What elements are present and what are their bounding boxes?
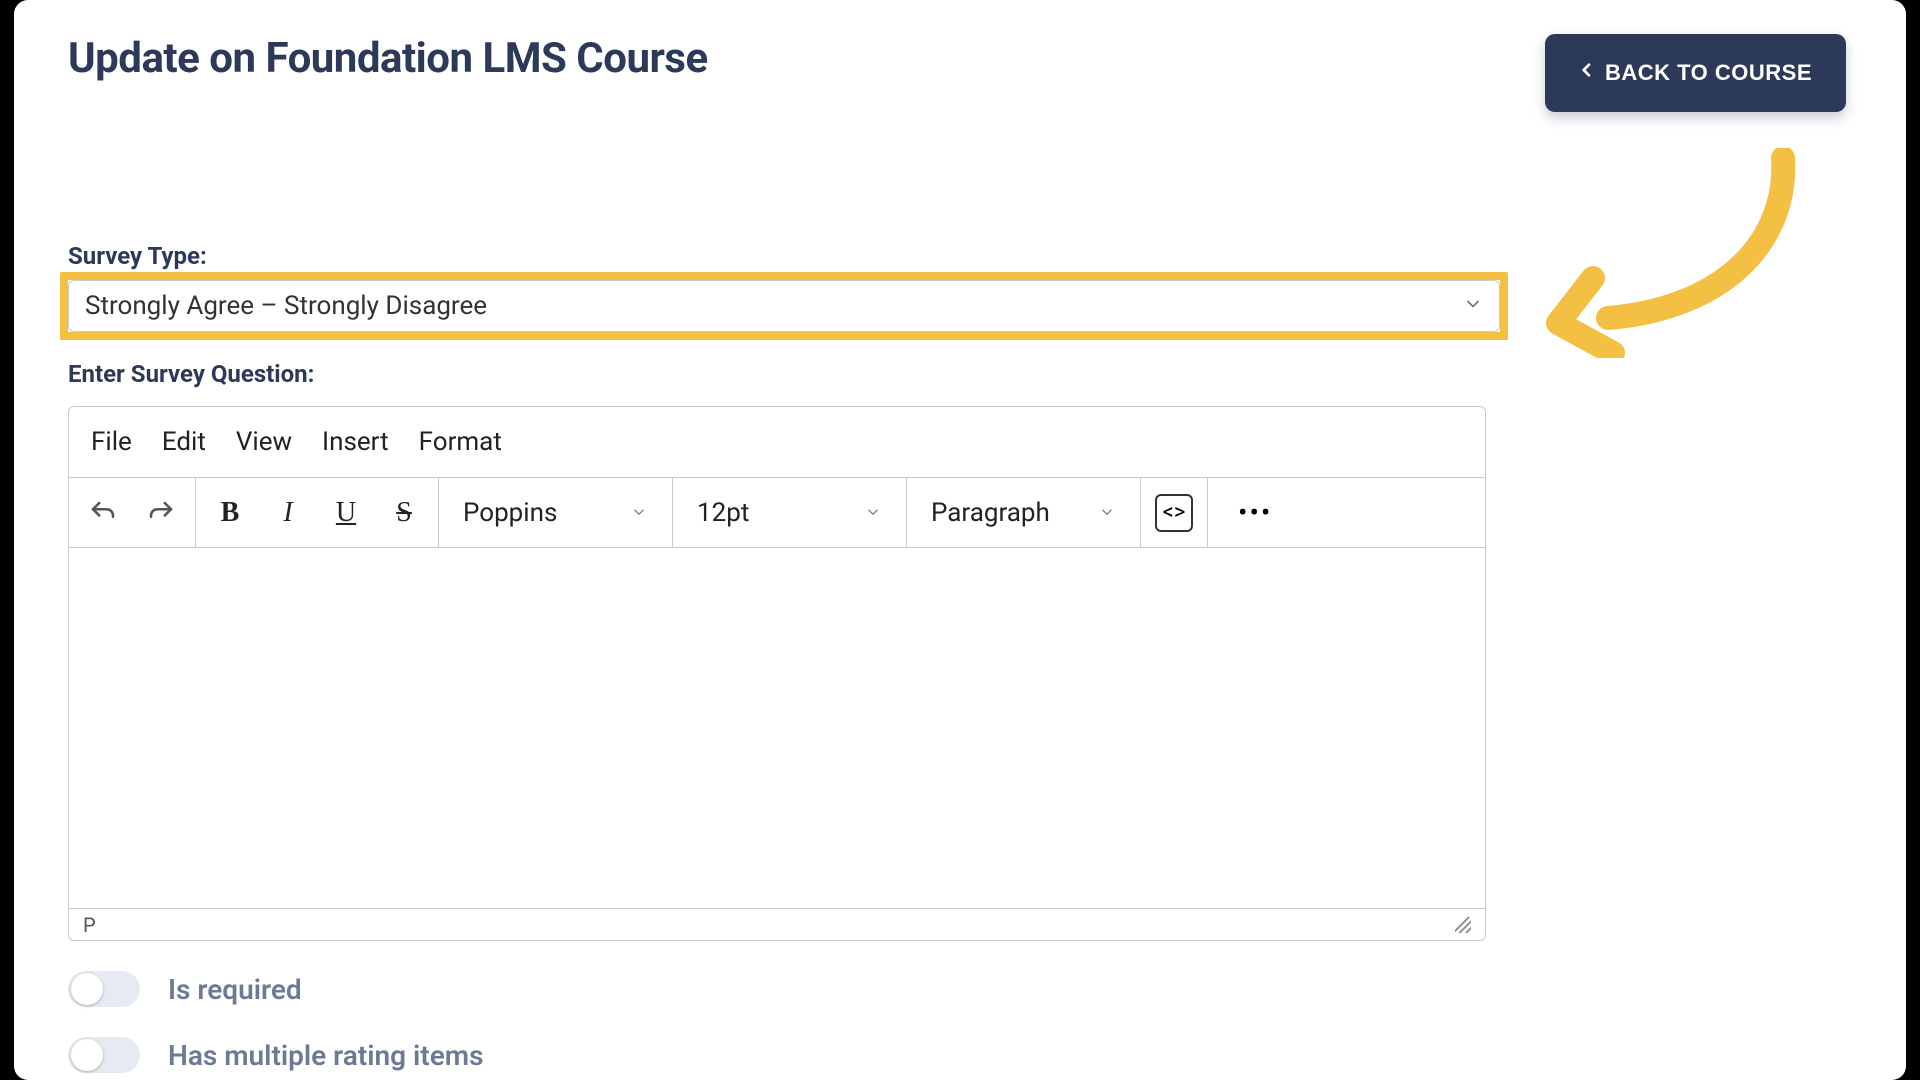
multi-items-label: Has multiple rating items [168, 1039, 483, 1072]
font-size-value: 12pt [697, 498, 749, 528]
page-container: Update on Foundation LMS Course BACK TO … [14, 0, 1906, 1080]
multi-items-row: Has multiple rating items [68, 1037, 1852, 1073]
page-title: Update on Foundation LMS Course [68, 34, 708, 83]
toolbar-history-group [69, 478, 196, 547]
page-header: Update on Foundation LMS Course BACK TO … [14, 0, 1906, 112]
survey-type-value: Strongly Agree – Strongly Disagree [85, 291, 487, 321]
back-to-course-label: BACK TO COURSE [1605, 60, 1812, 86]
source-code-button[interactable]: <> [1155, 494, 1193, 532]
menu-edit[interactable]: Edit [162, 427, 206, 457]
toolbar-code-group: <> [1141, 478, 1208, 547]
menu-format[interactable]: Format [419, 427, 502, 457]
toolbar-format-group: B I U S [196, 478, 439, 547]
toolbar-font-family-group: Poppins [439, 478, 673, 547]
more-options-button[interactable]: ••• [1222, 496, 1288, 529]
chevron-down-icon [1098, 498, 1116, 528]
survey-type-label: Survey Type: [68, 242, 1852, 270]
chevron-down-icon [630, 498, 648, 528]
editor-toolbar: B I U S Poppins 12pt [69, 478, 1485, 548]
font-family-value: Poppins [463, 498, 557, 528]
survey-question-label: Enter Survey Question: [68, 360, 1852, 388]
block-format-value: Paragraph [931, 498, 1050, 528]
toolbar-block-format-group: Paragraph [907, 478, 1141, 547]
editor-statusbar: P [69, 908, 1485, 940]
editor-menubar: File Edit View Insert Format [69, 407, 1485, 478]
underline-button[interactable]: U [326, 493, 366, 533]
editor-element-path: P [83, 913, 96, 937]
italic-button[interactable]: I [268, 493, 308, 533]
form-area: Survey Type: Strongly Agree – Strongly D… [14, 112, 1906, 1073]
survey-type-select[interactable]: Strongly Agree – Strongly Disagree [68, 280, 1500, 332]
ellipsis-icon: ••• [1238, 496, 1272, 529]
editor-content-area[interactable] [69, 548, 1485, 908]
menu-view[interactable]: View [236, 427, 292, 457]
rich-text-editor: File Edit View Insert Format B I [68, 406, 1486, 941]
code-icon: <> [1163, 500, 1186, 525]
bold-button[interactable]: B [210, 493, 250, 533]
toolbar-font-size-group: 12pt [673, 478, 907, 547]
resize-handle[interactable] [1455, 917, 1471, 933]
font-size-select[interactable]: 12pt [687, 498, 892, 528]
undo-button[interactable] [83, 493, 123, 533]
chevron-left-icon [1579, 58, 1595, 88]
menu-file[interactable]: File [91, 427, 132, 457]
multi-items-toggle[interactable] [68, 1037, 140, 1073]
redo-button[interactable] [141, 493, 181, 533]
chevron-down-icon [864, 498, 882, 528]
font-family-select[interactable]: Poppins [453, 498, 658, 528]
block-format-select[interactable]: Paragraph [921, 498, 1126, 528]
strikethrough-button[interactable]: S [384, 493, 424, 533]
back-to-course-button[interactable]: BACK TO COURSE [1545, 34, 1846, 112]
toolbar-overflow-group: ••• [1208, 478, 1302, 547]
menu-insert[interactable]: Insert [322, 427, 389, 457]
is-required-toggle[interactable] [68, 971, 140, 1007]
is-required-row: Is required [68, 971, 1852, 1007]
is-required-label: Is required [168, 973, 302, 1006]
chevron-down-icon [1463, 291, 1483, 321]
survey-type-select-wrap: Strongly Agree – Strongly Disagree [68, 280, 1500, 332]
